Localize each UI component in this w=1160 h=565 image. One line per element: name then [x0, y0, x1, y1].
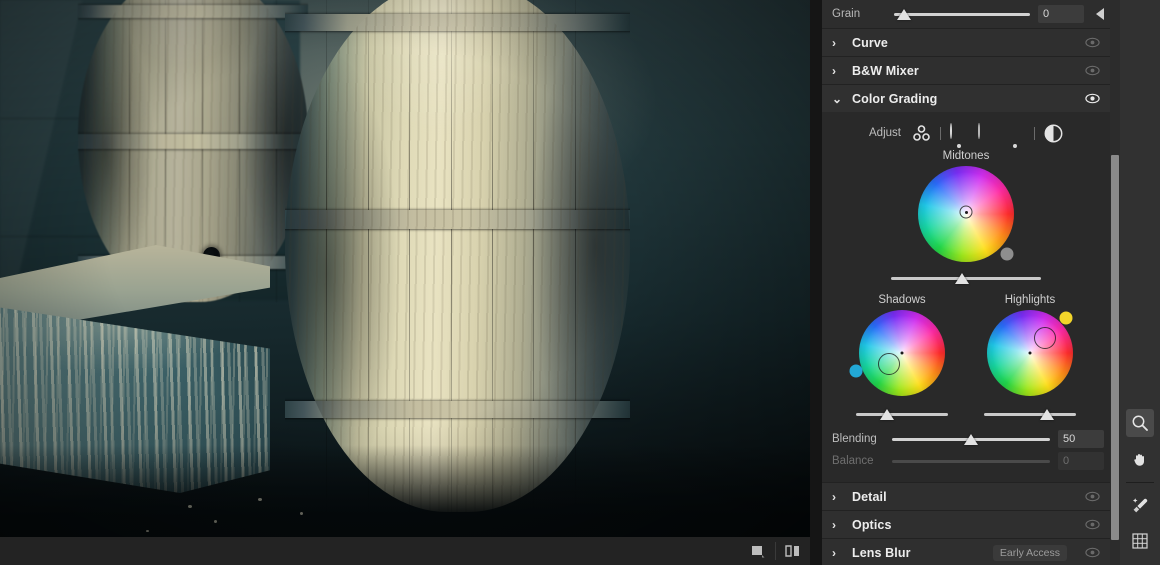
- midtones-control: Midtones: [822, 148, 1110, 286]
- blending-label: Blending: [832, 433, 877, 445]
- before-after-view-icon[interactable]: [776, 537, 810, 565]
- eye-icon[interactable]: [1085, 93, 1100, 104]
- section-optics[interactable]: › Optics: [822, 510, 1110, 538]
- graded-photograph: [0, 0, 810, 565]
- shadows-control: Shadows: [846, 292, 958, 422]
- eyedropper-wand-icon[interactable]: [1126, 491, 1154, 519]
- section-bw-mixer-label: B&W Mixer: [852, 63, 919, 78]
- adjust-mode-row: Adjust: [822, 118, 1110, 148]
- shadows-slider-handle[interactable]: [880, 408, 895, 420]
- shadows-circle-icon[interactable]: [949, 122, 969, 148]
- section-optics-label: Optics: [852, 517, 892, 532]
- eye-icon[interactable]: [1085, 519, 1100, 530]
- highlights-label: Highlights: [1004, 294, 1056, 306]
- midtones-slider-handle[interactable]: [954, 272, 969, 284]
- mode-divider: [1033, 126, 1035, 140]
- blending-slider-handle[interactable]: [964, 433, 978, 445]
- balance-row[interactable]: Balance 0: [832, 450, 1104, 472]
- grain-value[interactable]: 0: [1038, 5, 1084, 23]
- chevron-right-icon: ›: [832, 517, 836, 532]
- section-curve-label: Curve: [852, 35, 888, 50]
- zoom-magnifier-icon[interactable]: [1126, 409, 1154, 437]
- mode-divider: [939, 126, 941, 140]
- shadows-color-wheel[interactable]: [859, 310, 945, 396]
- single-view-icon[interactable]: [741, 537, 775, 565]
- section-curve[interactable]: › Curve: [822, 28, 1110, 56]
- early-access-badge: Early Access: [992, 544, 1067, 561]
- image-preview[interactable]: [0, 0, 810, 565]
- midtones-circle-icon[interactable]: [977, 122, 997, 143]
- highlights-puck[interactable]: [1034, 326, 1057, 349]
- canvas-view-toolbar: [0, 537, 810, 565]
- grain-track[interactable]: [894, 5, 1030, 23]
- shadows-luminance-slider[interactable]: [856, 406, 948, 422]
- midtones-puck[interactable]: [959, 205, 973, 219]
- highlights-color-wheel[interactable]: [987, 310, 1073, 396]
- panel-scrollbar-thumb[interactable]: [1111, 155, 1119, 540]
- chevron-right-icon: ›: [832, 489, 836, 504]
- eye-icon[interactable]: [1085, 37, 1100, 48]
- section-lens-blur-label: Lens Blur: [852, 545, 911, 560]
- photo-editor-window: Grain 0 › Curve › B&W Mixer ⌄ Color Grad…: [0, 0, 1160, 565]
- chevron-down-icon: ⌄: [832, 91, 843, 106]
- section-color-grading-label: Color Grading: [852, 91, 938, 106]
- barrel-front: [285, 0, 630, 512]
- chevron-right-icon: ›: [832, 63, 836, 78]
- balance-track[interactable]: [892, 452, 1050, 470]
- shadows-puck[interactable]: [878, 353, 901, 376]
- shadows-swatch[interactable]: [849, 364, 863, 378]
- color-grading-body: Adjust Midtones Shadows Highlights Blend…: [822, 112, 1110, 482]
- shadows-label: Shadows: [878, 294, 926, 306]
- eye-icon[interactable]: [1085, 65, 1100, 76]
- section-color-grading[interactable]: ⌄ Color Grading: [822, 84, 1110, 112]
- grain-label: Grain: [832, 8, 861, 20]
- highlights-circle-icon[interactable]: [1006, 124, 1025, 148]
- midtones-swatch[interactable]: [1000, 247, 1014, 261]
- toolstrip-divider: [1126, 482, 1154, 483]
- reset-triangle-icon[interactable]: [1096, 8, 1104, 20]
- panel-scrollbar[interactable]: [1110, 0, 1120, 565]
- blending-row[interactable]: Blending 50: [832, 428, 1104, 450]
- highlights-control: Highlights: [974, 292, 1086, 422]
- blending-balance-group: Blending 50 Balance 0: [822, 422, 1110, 476]
- hand-pan-icon[interactable]: [1126, 445, 1154, 473]
- grain-slider-handle[interactable]: [896, 8, 911, 20]
- section-bw-mixer[interactable]: › B&W Mixer: [822, 56, 1110, 84]
- chevron-right-icon: ›: [832, 35, 836, 50]
- grid-overlay-icon[interactable]: [1126, 527, 1154, 555]
- highlights-swatch[interactable]: [1059, 311, 1073, 325]
- highlights-luminance-slider[interactable]: [984, 406, 1076, 422]
- adjust-label: Adjust: [869, 127, 901, 139]
- chevron-right-icon: ›: [832, 545, 836, 560]
- balance-value[interactable]: 0: [1058, 452, 1104, 470]
- blending-value[interactable]: 50: [1058, 430, 1104, 448]
- midtones-color-wheel[interactable]: [918, 166, 1014, 262]
- right-tool-strip: [1120, 0, 1160, 565]
- balance-label: Balance: [832, 455, 874, 467]
- edit-panel: Grain 0 › Curve › B&W Mixer ⌄ Color Grad…: [822, 0, 1110, 565]
- midtones-luminance-slider[interactable]: [891, 270, 1041, 286]
- highlights-slider-handle[interactable]: [1040, 408, 1055, 420]
- eye-icon[interactable]: [1085, 547, 1100, 558]
- eye-icon[interactable]: [1085, 491, 1100, 502]
- blending-track[interactable]: [892, 430, 1050, 448]
- three-way-icon[interactable]: [912, 124, 931, 143]
- section-detail-label: Detail: [852, 489, 887, 504]
- section-lens-blur[interactable]: › Lens Blur Early Access: [822, 538, 1110, 565]
- section-detail[interactable]: › Detail: [822, 482, 1110, 510]
- global-halfcircle-icon[interactable]: [1044, 124, 1063, 143]
- midtones-label: Midtones: [942, 150, 990, 162]
- shadows-highlights-row: Shadows Highlights: [822, 292, 1110, 422]
- grain-slider-row[interactable]: Grain 0: [822, 0, 1110, 28]
